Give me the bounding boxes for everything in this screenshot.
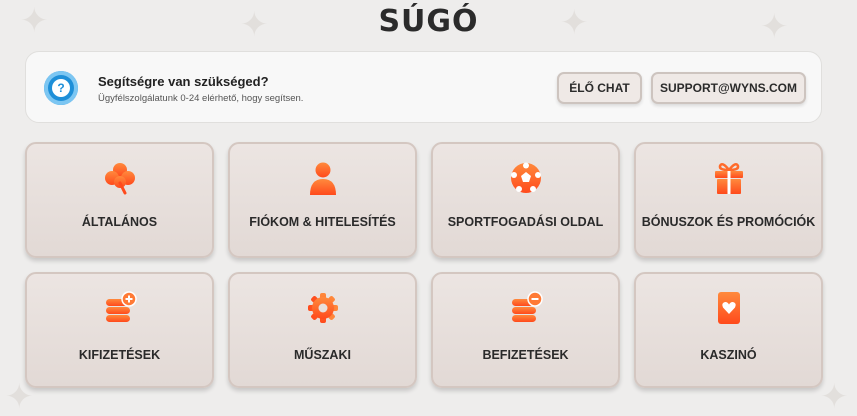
category-label: SPORTFOGADÁSI OLDAL — [447, 215, 604, 229]
gift-icon — [711, 160, 747, 196]
category-card-sportsbook[interactable]: SPORTFOGADÁSI OLDAL — [431, 142, 620, 258]
category-card-deposits[interactable]: BEFIZETÉSEK — [431, 272, 620, 388]
playing-card-icon — [711, 290, 747, 326]
category-label: MŰSZAKI — [294, 348, 351, 362]
soccer-ball-icon — [508, 160, 544, 196]
category-label: BÓNUSZOK ÉS PROMÓCIÓK — [641, 215, 816, 229]
category-card-general[interactable]: ÁLTALÁNOS — [25, 142, 214, 258]
category-card-account[interactable]: FIÓKOM & HITELESÍTÉS — [228, 142, 417, 258]
category-label: KIFIZETÉSEK — [78, 348, 161, 362]
live-chat-button[interactable]: ÉLŐ CHAT — [557, 72, 642, 104]
help-heading: Segítségre van szükséged? — [98, 74, 269, 89]
category-label: FIÓKOM & HITELESÍTÉS — [249, 215, 396, 229]
category-card-casino[interactable]: KASZINÓ — [634, 272, 823, 388]
gear-icon — [305, 290, 341, 326]
coins-minus-icon — [508, 290, 544, 326]
background-star-icon: ✦ — [820, 378, 849, 416]
page-title: SÚGÓ — [378, 4, 479, 39]
question-icon: ? — [44, 71, 78, 105]
help-subtitle: Ügyfélszolgálatunk 0-24 elérhető, hogy s… — [98, 93, 304, 104]
help-banner: ? Segítségre van szükséged? Ügyfélszolgá… — [25, 51, 822, 123]
user-icon — [305, 160, 341, 196]
category-label: BEFIZETÉSEK — [482, 348, 569, 362]
support-email-button[interactable]: SUPPORT@WYNS.COM — [651, 72, 806, 104]
coins-plus-icon — [102, 290, 138, 326]
category-label: ÁLTALÁNOS — [81, 215, 158, 229]
category-card-technical[interactable]: MŰSZAKI — [228, 272, 417, 388]
category-card-bonuses[interactable]: BÓNUSZOK ÉS PROMÓCIÓK — [634, 142, 823, 258]
category-card-payouts[interactable]: KIFIZETÉSEK — [25, 272, 214, 388]
clover-icon — [102, 160, 138, 196]
category-label: KASZINÓ — [700, 348, 757, 362]
